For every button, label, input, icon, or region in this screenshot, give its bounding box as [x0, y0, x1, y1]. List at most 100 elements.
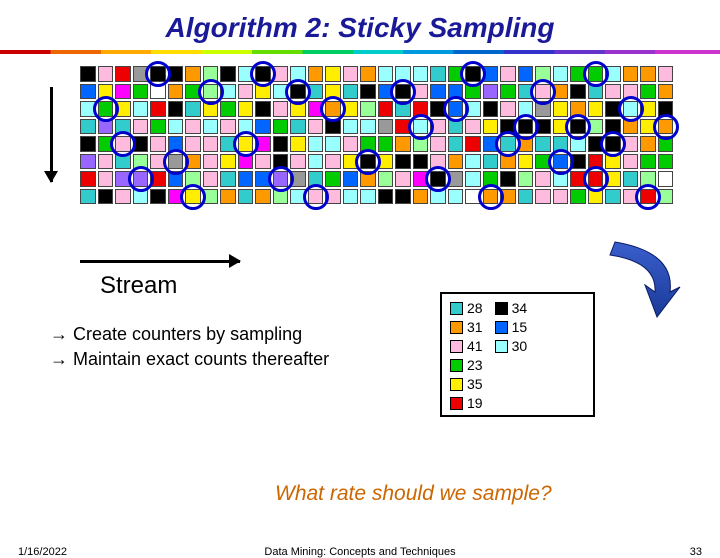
stream-cell [80, 119, 96, 135]
stream-cell [98, 66, 114, 82]
stream-cell [623, 154, 639, 170]
stream-cell [360, 189, 376, 205]
stream-cell [518, 101, 534, 117]
stream-cell [483, 136, 499, 152]
stream-cell [185, 189, 201, 205]
stream-cell [203, 101, 219, 117]
stream-cell [220, 171, 236, 187]
stream-cell [273, 66, 289, 82]
rainbow-divider [0, 50, 720, 54]
stream-cell [308, 189, 324, 205]
stream-cell [98, 171, 114, 187]
stream-cell [500, 136, 516, 152]
question-text: What rate should we sample? [275, 482, 552, 506]
legend-count: 35 [467, 376, 483, 392]
stream-cell [553, 171, 569, 187]
stream-cell [500, 119, 516, 135]
stream-cell [220, 189, 236, 205]
stream-cell [570, 154, 586, 170]
stream-cell [325, 136, 341, 152]
stream-cell [448, 189, 464, 205]
stream-cell [343, 66, 359, 82]
bullet-2: → Maintain exact counts thereafter [50, 347, 329, 372]
stream-cell [273, 189, 289, 205]
stream-cell [325, 101, 341, 117]
stream-grid-area [80, 66, 690, 226]
stream-cell [185, 136, 201, 152]
stream-cell [640, 136, 656, 152]
legend-count: 31 [467, 319, 483, 335]
stream-cell [80, 136, 96, 152]
stream-cell [483, 66, 499, 82]
stream-cell [360, 101, 376, 117]
stream-cell [98, 101, 114, 117]
legend-item: 34 [495, 300, 528, 316]
stream-cell [115, 101, 131, 117]
stream-cell [500, 66, 516, 82]
slide-title: Algorithm 2: Sticky Sampling [0, 12, 720, 44]
bullet-1: → Create counters by sampling [50, 322, 329, 347]
stream-cell [80, 189, 96, 205]
legend-col-2: 341530 [495, 300, 528, 411]
stream-cell [290, 119, 306, 135]
stream-cell [360, 119, 376, 135]
legend-swatch [450, 340, 463, 353]
stream-cell [553, 136, 569, 152]
legend-item: 41 [450, 338, 483, 354]
stream-cell [658, 171, 674, 187]
stream-cell [98, 136, 114, 152]
stream-cell [168, 171, 184, 187]
stream-cell [588, 171, 604, 187]
stream-cell [640, 119, 656, 135]
stream-cell [185, 101, 201, 117]
stream-cell [273, 101, 289, 117]
stream-cell [343, 189, 359, 205]
stream-cell [483, 171, 499, 187]
stream-cell [588, 66, 604, 82]
stream-cell [360, 171, 376, 187]
stream-cell [378, 154, 394, 170]
stream-cell [220, 119, 236, 135]
stream-cell [640, 171, 656, 187]
stream-cell [273, 171, 289, 187]
stream-cell [413, 189, 429, 205]
stream-cell [203, 171, 219, 187]
stream-cell [115, 84, 131, 100]
stream-cell [238, 136, 254, 152]
stream-grid [80, 66, 690, 204]
stream-cell [378, 119, 394, 135]
legend-item: 30 [495, 338, 528, 354]
stream-cell [535, 84, 551, 100]
stream-cell [238, 119, 254, 135]
stream-cell [150, 84, 166, 100]
stream-cell [570, 101, 586, 117]
stream-cell [220, 66, 236, 82]
stream-cell [115, 136, 131, 152]
stream-cell [448, 66, 464, 82]
footer-page: 33 [690, 546, 702, 558]
stream-cell [483, 101, 499, 117]
stream-cell [500, 154, 516, 170]
stream-cell [658, 66, 674, 82]
stream-cell [518, 154, 534, 170]
stream-cell [518, 189, 534, 205]
stream-cell [133, 171, 149, 187]
stream-cell [518, 119, 534, 135]
stream-cell [325, 171, 341, 187]
stream-cell [168, 119, 184, 135]
stream-cell [98, 84, 114, 100]
stream-cell [605, 119, 621, 135]
stream-cell [658, 189, 674, 205]
stream-cell [325, 119, 341, 135]
stream-cell [535, 66, 551, 82]
legend-swatch [450, 397, 463, 410]
stream-cell [588, 101, 604, 117]
stream-cell [203, 189, 219, 205]
stream-cell [658, 154, 674, 170]
stream-cell [325, 84, 341, 100]
stream-cell [133, 136, 149, 152]
stream-cell [623, 101, 639, 117]
stream-cell [255, 154, 271, 170]
stream-cell [168, 189, 184, 205]
legend-col-1: 283141233519 [450, 300, 483, 411]
